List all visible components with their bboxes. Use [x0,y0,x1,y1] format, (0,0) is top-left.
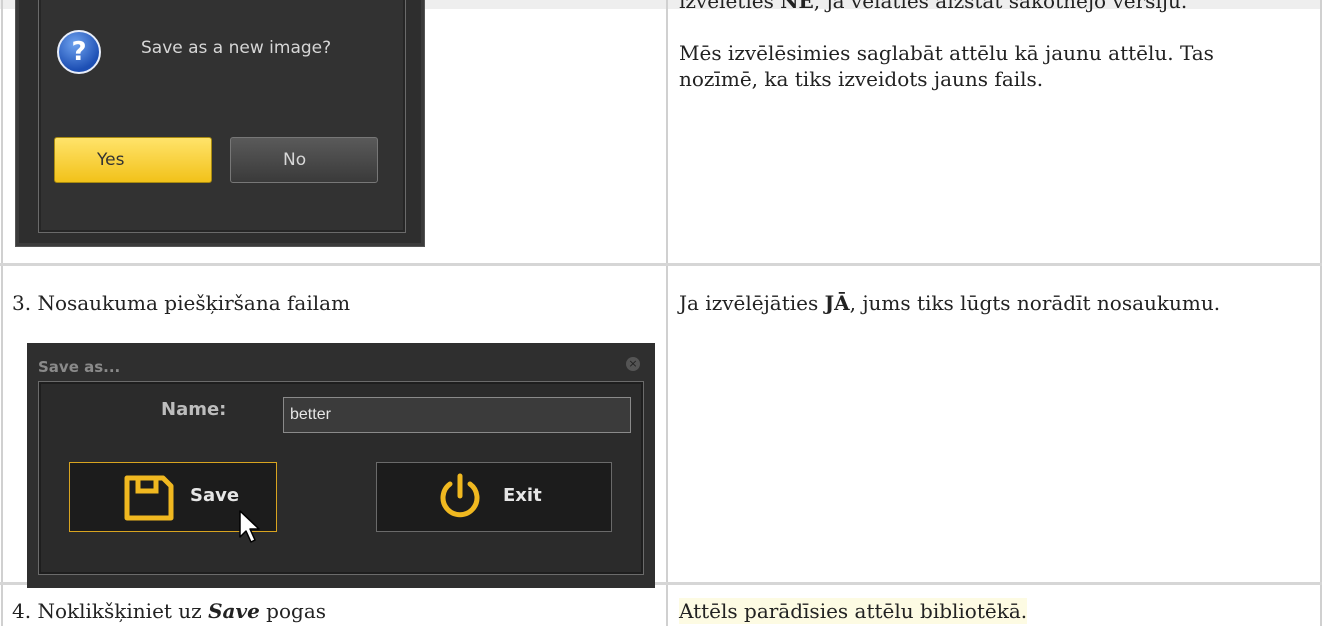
save-as-dialog: Save as... × Name: better Save Exit [27,343,655,588]
step3-description-pre: Ja izvēlējāties [679,291,825,315]
column-divider-left [1,0,3,626]
save-as-dialog-body: Name: better Save Exit [38,381,644,575]
exit-button[interactable]: Exit [376,462,612,532]
step3-description-bold: JĀ [824,291,850,315]
no-button-label: No [283,150,307,170]
confirm-dialog-body: ? Save as a new image? Yes No [38,0,406,233]
exit-button-label: Exit [503,485,542,506]
name-input[interactable]: better [283,397,631,433]
no-button[interactable]: No [230,137,378,183]
save-as-dialog-title: Save as... [38,358,121,376]
yes-button[interactable]: Yes [54,137,212,183]
cursor-icon [239,510,260,543]
cut-off-line: izvēlēties NĒ, ja vēlaties aizstāt sākot… [679,0,1188,13]
step4-title-pre: 4. Noklikšķiniet uz [12,599,209,623]
column-divider-middle [666,0,668,626]
close-icon[interactable]: × [626,357,640,371]
step4-title: 4. Noklikšķiniet uz Save pogas [12,598,326,624]
step3-description-post: , jums tiks lūgts norādīt nosaukumu. [849,291,1221,315]
step4-title-bold: Save [208,599,260,623]
step4-title-post: pogas [259,599,327,623]
question-icon: ? [57,30,101,74]
save-button[interactable]: Save [69,462,277,543]
step3-title: 3. Nosaukuma piešķiršana failam [12,291,351,315]
power-icon [440,473,480,518]
name-label: Name: [161,399,227,420]
confirm-question: Save as a new image? [141,38,332,58]
floppy-disk-icon [124,475,174,521]
step2-description: Mēs izvēlēsimies saglabāt attēlu kā jaun… [679,41,1214,91]
confirm-dialog: ? Save as a new image? Yes No [15,0,425,247]
step4-description: Attēls parādīsies attēlu bibliotēkā. [679,598,1028,624]
step3-description: Ja izvēlējāties JĀ, jums tiks lūgts norā… [679,290,1220,316]
yes-button-label: Yes [97,150,125,170]
row-divider-1 [0,263,1322,266]
save-button-label: Save [190,485,240,506]
